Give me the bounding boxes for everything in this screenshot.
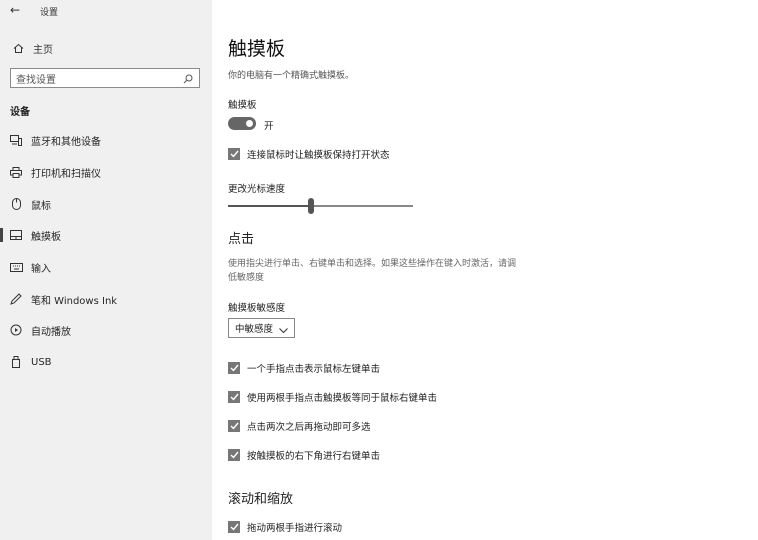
search-placeholder: 查找设置	[16, 74, 56, 86]
checkbox-checked-icon	[228, 148, 240, 160]
taps-heading: 点击	[228, 232, 255, 247]
sidebar-item-usb[interactable]: USB	[0, 350, 212, 374]
sidebar-item-bluetooth[interactable]: 蓝牙和其他设备	[0, 128, 212, 152]
main-panel: 触摸板 你的电脑有一个精确式触摸板。 触摸板 开 连接鼠标时让触摸板保持打开状态…	[212, 0, 758, 540]
sidebar-item-label: 笔和 Windows Ink	[31, 295, 118, 307]
touchpad-toggle[interactable]	[228, 117, 256, 130]
checkbox-label: 拖动两根手指进行滚动	[247, 523, 343, 534]
window-title: 设置	[40, 8, 59, 18]
tap-one-finger-checkbox[interactable]: 一个手指点击表示鼠标左键单击	[228, 361, 380, 375]
sidebar-item-label: 输入	[31, 263, 51, 275]
mouse-icon	[9, 198, 23, 210]
keyboard-icon	[9, 262, 23, 272]
bluetooth-devices-icon	[9, 134, 23, 146]
toggle-knob	[246, 120, 253, 127]
checkbox-label: 点击两次之后再拖动即可多选	[247, 422, 371, 433]
toggle-state-text: 开	[264, 121, 274, 132]
checkbox-checked-icon	[228, 420, 240, 432]
sidebar-item-typing[interactable]: 输入	[0, 255, 212, 279]
checkbox-checked-icon	[228, 362, 240, 374]
pen-icon	[9, 293, 23, 305]
checkbox-label: 按触摸板的右下角进行右键单击	[247, 451, 381, 462]
page-subtitle: 你的电脑有一个精确式触摸板。	[228, 71, 355, 81]
section-label-devices: 设备	[10, 107, 30, 118]
sidebar-item-label: 自动播放	[31, 326, 71, 338]
sensitivity-dropdown[interactable]: 中敏感度	[228, 318, 295, 338]
printer-icon	[9, 166, 23, 178]
sidebar-item-printers[interactable]: 打印机和扫描仪	[0, 160, 212, 184]
two-finger-scroll-checkbox[interactable]: 拖动两根手指进行滚动	[228, 520, 342, 534]
title-bar: ← 设置	[0, 0, 212, 24]
sidebar: ← 设置 主页 查找设置 设备 蓝牙和其他设备 打印机和扫描仪 鼠标 触摸板 输…	[0, 0, 212, 540]
search-icon	[183, 69, 193, 88]
sidebar-item-autoplay[interactable]: 自动播放	[0, 318, 212, 342]
taps-description: 使用指尖进行单击、右键单击和选择。如果这些操作在键入时激活，请调低敏感度	[228, 259, 517, 283]
sidebar-item-touchpad[interactable]: 触摸板	[0, 223, 212, 247]
sensitivity-label: 触摸板敏感度	[228, 303, 286, 314]
touchpad-toggle-label: 触摸板	[228, 100, 257, 111]
home-label: 主页	[33, 44, 53, 56]
checkbox-checked-icon	[228, 521, 240, 533]
checkbox-checked-icon	[228, 449, 240, 461]
page-title: 触摸板	[228, 38, 286, 60]
sensitivity-value: 中敏感度	[235, 324, 274, 335]
autoplay-icon	[9, 324, 23, 336]
checkbox-label: 连接鼠标时让触摸板保持打开状态	[247, 150, 390, 161]
touchpad-icon	[9, 230, 23, 240]
sidebar-item-label: 打印机和扫描仪	[31, 168, 101, 180]
sidebar-item-mouse[interactable]: 鼠标	[0, 192, 212, 216]
sidebar-item-home[interactable]: 主页	[0, 38, 212, 58]
cursor-speed-slider-thumb[interactable]	[308, 198, 314, 214]
checkbox-checked-icon	[228, 391, 240, 403]
sidebar-item-label: USB	[31, 356, 52, 368]
sidebar-item-label: 蓝牙和其他设备	[31, 136, 101, 148]
checkbox-label: 使用两根手指点击触摸板等同于鼠标右键单击	[247, 393, 438, 404]
checkbox-label: 一个手指点击表示鼠标左键单击	[247, 364, 381, 375]
tap-two-finger-checkbox[interactable]: 使用两根手指点击触摸板等同于鼠标右键单击	[228, 390, 437, 404]
right-corner-click-checkbox[interactable]: 按触摸板的右下角进行右键单击	[228, 448, 380, 462]
sidebar-item-label: 鼠标	[31, 200, 51, 212]
keep-touchpad-on-checkbox[interactable]: 连接鼠标时让触摸板保持打开状态	[228, 147, 390, 161]
selection-indicator	[0, 228, 3, 242]
sidebar-item-pen[interactable]: 笔和 Windows Ink	[0, 287, 212, 311]
cursor-speed-label: 更改光标速度	[228, 184, 286, 195]
tap-twice-drag-checkbox[interactable]: 点击两次之后再拖动即可多选	[228, 419, 371, 433]
sidebar-item-label: 触摸板	[31, 231, 61, 243]
cursor-speed-slider-fill	[228, 205, 311, 207]
scroll-zoom-heading: 滚动和缩放	[228, 492, 294, 507]
chevron-down-icon	[279, 319, 288, 338]
usb-icon	[9, 356, 23, 368]
home-icon	[11, 43, 25, 54]
back-arrow-icon[interactable]: ←	[10, 3, 20, 17]
search-input[interactable]: 查找设置	[10, 68, 200, 88]
